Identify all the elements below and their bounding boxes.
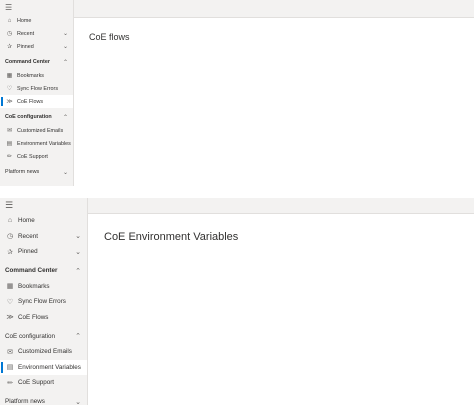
nav-item-coe-support[interactable]: ✏ CoE Support — [0, 150, 73, 163]
chevron-up-icon: ⌃ — [62, 114, 68, 121]
nav-item-coe-flows[interactable]: ≫ CoE Flows — [0, 310, 87, 326]
nav-item-label: Customized Emails — [18, 348, 72, 356]
nav-item-label: CoE Flows — [18, 313, 49, 321]
clock-icon: ◷ — [6, 31, 13, 37]
grid-icon: ▦ — [6, 283, 14, 291]
chevron-down-icon: ⌄ — [62, 44, 68, 50]
screenshot-panel-coe-environment-variables: ☰ ⌂ Home ◷ Recent ⌄ ✰ Pinned ⌄ Command C… — [0, 198, 474, 405]
section-platform-news[interactable]: Platform news ⌄ — [0, 165, 73, 179]
nav-item-label: Home — [17, 17, 32, 24]
nav-item-coe-flows[interactable]: ≫ CoE Flows — [0, 95, 73, 108]
section-coe-configuration[interactable]: CoE configuration ⌃ — [0, 110, 73, 124]
table-icon: ▤ — [6, 364, 14, 372]
section-platform-news[interactable]: Platform news ⌄ — [0, 394, 87, 405]
hamburger-icon: ☰ — [5, 200, 14, 210]
top-bar — [88, 198, 474, 214]
chevron-up-icon: ⌃ — [75, 267, 81, 275]
nav-item-home[interactable]: ⌂ Home — [0, 14, 73, 27]
pin-icon: ✰ — [7, 248, 13, 256]
nav-item-label: Pinned — [18, 248, 38, 256]
heart-icon: ♡ — [6, 298, 14, 306]
nav-item-customized-emails[interactable]: ✉ Customized Emails — [0, 344, 87, 360]
section-command-center[interactable]: Command Center ⌃ — [0, 55, 73, 69]
grid-icon: ▦ — [6, 73, 13, 79]
chevron-down-icon: ⌄ — [62, 169, 68, 176]
nav-item-environment-variables[interactable]: ▤ Environment Variables — [0, 359, 87, 375]
home-icon: ⌂ — [7, 17, 12, 24]
page-title: CoE flows — [89, 32, 130, 42]
nav-item-label: Customized Emails — [17, 127, 64, 134]
nav-item-coe-support[interactable]: ✏ CoE Support — [0, 375, 87, 391]
nav-item-label: Bookmarks — [18, 282, 50, 290]
top-bar — [74, 0, 474, 18]
hamburger-icon: ☰ — [5, 2, 13, 12]
chevron-down-icon: ⌄ — [75, 398, 81, 405]
section-label: CoE configuration — [5, 114, 52, 120]
nav-item-label: Environment Variables — [17, 140, 71, 147]
chevron-down-icon: ⌄ — [75, 248, 81, 256]
section-label: Platform news — [5, 398, 45, 405]
sidebar: ☰ ⌂ Home ◷ Recent ⌄ ✰ Pinned ⌄ Command C… — [0, 0, 74, 186]
nav-item-label: Bookmarks — [17, 72, 44, 79]
flow-icon: ≫ — [6, 99, 13, 105]
nav-item-sync-flow-errors[interactable]: ♡ Sync Flow Errors — [0, 294, 87, 310]
home-icon: ⌂ — [7, 217, 13, 225]
nav-item-bookmarks[interactable]: ▦ Bookmarks — [0, 69, 73, 82]
nav-item-label: Sync Flow Errors — [17, 85, 59, 92]
flow-icon: ≫ — [6, 314, 14, 322]
nav-item-label: Home — [18, 217, 35, 225]
nav-item-home[interactable]: ⌂ Home — [0, 213, 87, 229]
chevron-up-icon: ⌃ — [62, 59, 68, 66]
heart-icon: ♡ — [6, 86, 13, 92]
section-label: Command Center — [5, 267, 58, 274]
email-icon: ✉ — [6, 128, 13, 134]
sidebar: ☰ ⌂ Home ◷ Recent ⌄ ✰ Pinned ⌄ Command C… — [0, 198, 88, 405]
nav-item-label: CoE Support — [18, 379, 55, 387]
nav-item-environment-variables[interactable]: ▤ Environment Variables — [0, 137, 73, 150]
nav-item-recent[interactable]: ◷ Recent ⌄ — [0, 27, 73, 40]
email-icon: ✉ — [7, 348, 13, 356]
chevron-down-icon: ⌄ — [75, 233, 81, 241]
nav-item-customized-emails[interactable]: ✉ Customized Emails — [0, 124, 73, 137]
nav-item-label: CoE Flows — [17, 98, 44, 105]
nav-item-bookmarks[interactable]: ▦ Bookmarks — [0, 279, 87, 295]
chevron-up-icon: ⌃ — [75, 333, 81, 340]
section-command-center[interactable]: Command Center ⌃ — [0, 263, 87, 279]
nav-item-sync-flow-errors[interactable]: ♡ Sync Flow Errors — [0, 82, 73, 95]
menu-button[interactable]: ☰ — [0, 0, 73, 14]
nav-item-label: Sync Flow Errors — [18, 298, 66, 306]
nav-item-recent[interactable]: ◷ Recent ⌄ — [0, 229, 87, 245]
section-label: CoE configuration — [5, 332, 56, 340]
section-label: Platform news — [5, 169, 40, 175]
section-label: Command Center — [5, 59, 50, 65]
support-icon: ✏ — [7, 379, 13, 387]
page-title: CoE Environment Variables — [104, 231, 239, 243]
nav-item-label: Environment Variables — [18, 363, 81, 371]
nav-item-pinned[interactable]: ✰ Pinned ⌄ — [0, 40, 73, 53]
pin-icon: ✰ — [6, 44, 13, 50]
menu-button[interactable]: ☰ — [0, 198, 87, 213]
chevron-down-icon: ⌄ — [62, 31, 68, 37]
table-icon: ▤ — [6, 141, 13, 147]
clock-icon: ◷ — [6, 233, 14, 241]
nav-item-label: Recent — [18, 232, 38, 240]
support-icon: ✏ — [6, 154, 13, 160]
nav-item-pinned[interactable]: ✰ Pinned ⌄ — [0, 244, 87, 260]
nav-item-label: Pinned — [17, 43, 34, 50]
screenshot-panel-coe-flows: ☰ ⌂ Home ◷ Recent ⌄ ✰ Pinned ⌄ Command C… — [0, 0, 474, 186]
nav-item-label: Recent — [17, 30, 35, 37]
section-coe-configuration[interactable]: CoE configuration ⌃ — [0, 328, 87, 344]
nav-item-label: CoE Support — [17, 153, 48, 160]
